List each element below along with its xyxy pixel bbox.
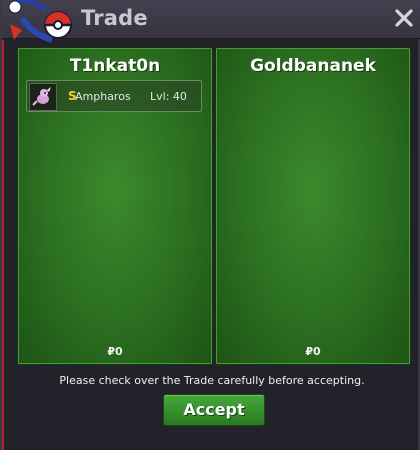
pokemon-name: Ampharos xyxy=(75,90,131,103)
window-title: Trade xyxy=(81,6,148,30)
pokemon-level: Lvl: 40 xyxy=(150,90,187,103)
money-offer: ₽0 xyxy=(305,345,321,358)
trade-panel-self: T1nkat0n S Ampharos Lvl: 40 ₽0 xyxy=(17,47,213,365)
player-name: Goldbananek xyxy=(250,56,376,76)
trade-item-slot[interactable]: S Ampharos Lvl: 40 xyxy=(26,80,202,112)
trade-notice: Please check over the Trade carefully be… xyxy=(59,374,365,387)
pokeball-logo-icon xyxy=(2,0,82,46)
trade-window: Trade T1nkat0n S Ampharos Lvl: 40 ₽0 Gol… xyxy=(0,0,420,450)
accept-button[interactable]: Accept xyxy=(163,394,265,426)
player-name: T1nkat0n xyxy=(69,56,161,76)
trade-panel-partner: Goldbananek ₽0 xyxy=(215,47,411,365)
close-icon[interactable] xyxy=(392,6,416,30)
money-offer: ₽0 xyxy=(107,345,123,358)
window-accent-strip xyxy=(2,40,4,450)
pokemon-sprite-icon xyxy=(29,83,57,111)
